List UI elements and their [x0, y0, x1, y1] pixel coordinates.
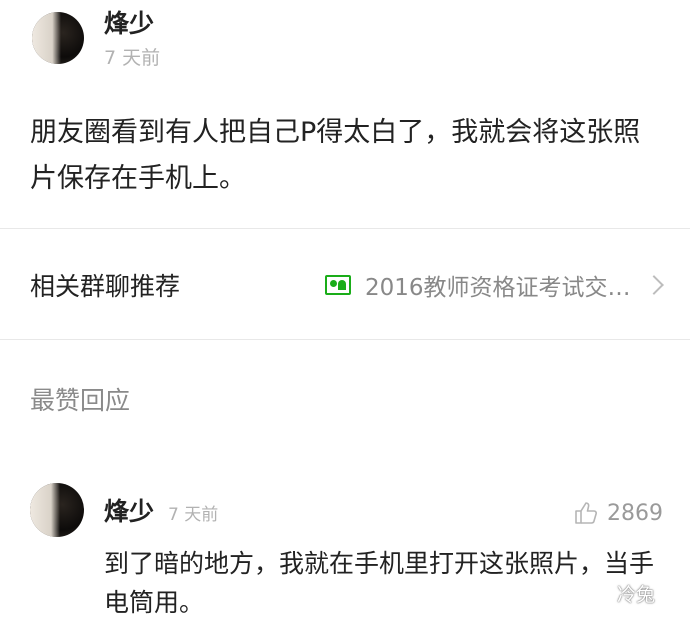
reply-body-text: 到了暗的地方，我就在手机里打开这张照片，当手电筒用。: [104, 549, 655, 617]
reply-timestamp: 7 天前: [168, 505, 219, 525]
related-group-chat-label: 相关群聊推荐: [30, 272, 181, 301]
post-body-text: 朋友圈看到有人把自己P得太白了，我就会将这张照片保存在手机上。: [30, 117, 641, 194]
watermark-text: 冷兔: [617, 584, 656, 606]
thumbs-up-icon: [575, 502, 597, 524]
chevron-right-icon[interactable]: [644, 275, 664, 295]
divider: [0, 228, 690, 229]
divider: [0, 339, 690, 340]
wechat-logo-icon: [586, 583, 612, 604]
like-count: 2869: [607, 500, 663, 526]
post-timestamp: 7 天前: [104, 47, 161, 69]
watermark: 冷兔: [585, 580, 655, 607]
post-author-name[interactable]: 烽少: [104, 4, 154, 40]
related-group-link[interactable]: 2016教师资格证考试交…: [325, 268, 631, 302]
like-button[interactable]: 2869: [573, 500, 663, 526]
group-chat-icon: [325, 275, 351, 295]
related-group-name: 2016教师资格证考试交…: [365, 275, 631, 301]
post-author-avatar[interactable]: [32, 12, 84, 64]
top-replies-title: 最赞回应: [30, 386, 131, 415]
reply-author-name[interactable]: 烽少: [104, 492, 154, 528]
reply-author-avatar[interactable]: [30, 483, 84, 537]
